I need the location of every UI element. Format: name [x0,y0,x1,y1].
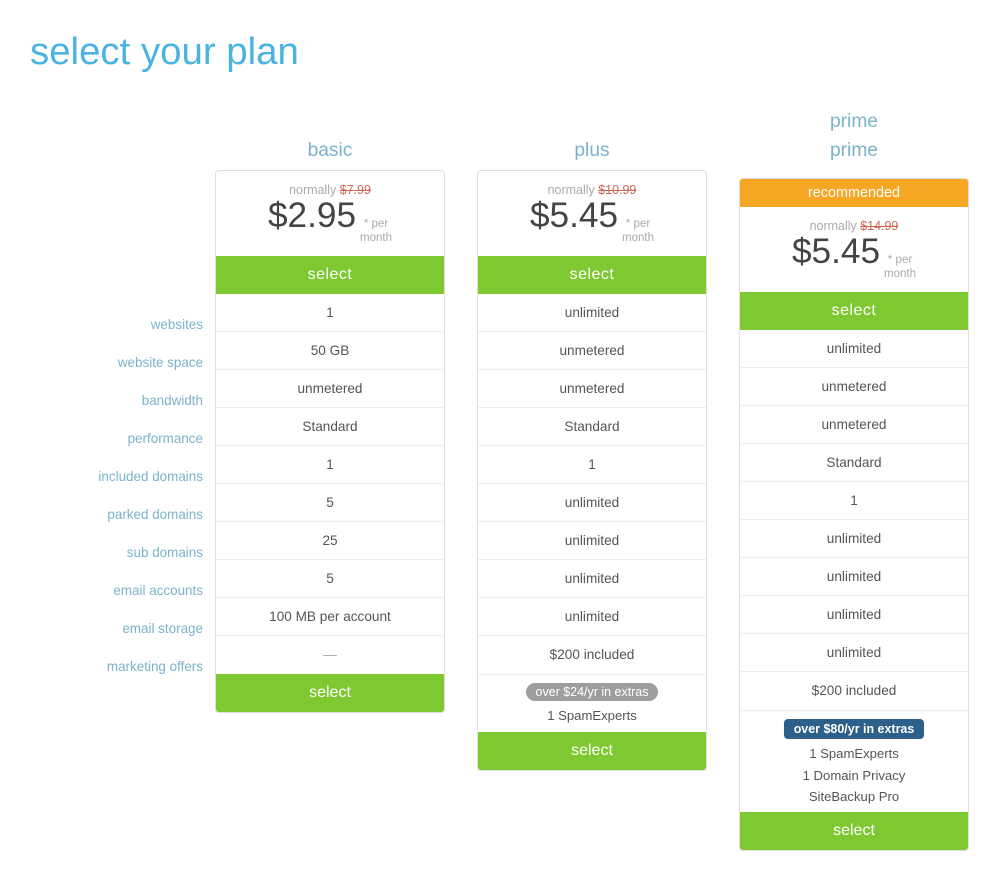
plan-plus-marketing-offers: $200 included [478,636,706,674]
label-performance: performance [20,420,215,458]
plan-plus-parked-domains: unlimited [478,484,706,522]
plan-plus-per: * permonth [622,218,654,246]
label-website-space: website space [20,344,215,382]
pricing-grid: websites website space bandwidth perform… [20,104,961,851]
plan-plus-original-price: $10.99 [598,183,636,197]
plan-plus-websites: unlimited [478,294,706,332]
plan-prime-domain-privacy: 1 Domain Privacy [803,766,906,785]
plan-plus-included-domains: 1 [478,446,706,484]
plan-basic-features: 1 50 GB unmetered Standard 1 5 25 5 100 … [216,294,444,674]
plan-prime-websites: unlimited [740,330,968,368]
label-email-accounts: email accounts [20,572,215,610]
label-sub-domains: sub domains [20,534,215,572]
plan-basic-websites: 1 [216,294,444,332]
label-included-domains: included domains [20,458,215,496]
plan-prime-website-space: unmetered [740,368,968,406]
plan-plus-spam-experts: 1 SpamExperts [547,705,637,726]
plan-basic-bandwidth: unmetered [216,370,444,408]
plan-plus-extras: over $24/yr in extras 1 SpamExperts [478,674,706,732]
plan-basic-included-domains: 1 [216,446,444,484]
plan-prime-normally: normally $14.99 [750,219,958,233]
page-title: select your plan [20,30,961,74]
plan-plus-performance: Standard [478,408,706,446]
plan-basic-performance: Standard [216,408,444,446]
plan-basic-select-top[interactable]: select [216,256,444,294]
plan-plus-normally: normally $10.99 [488,183,696,197]
plan-prime-select-top[interactable]: select [740,292,968,330]
plan-plus-sub-domains: unlimited [478,522,706,560]
plan-prime-email-accounts: unlimited [740,596,968,634]
plan-basic-price: $2.95 [268,197,356,236]
plan-prime-select-bottom[interactable]: select [740,812,968,850]
plan-plus-website-space: unmetered [478,332,706,370]
plan-basic-original-price: $7.99 [340,183,371,197]
plan-prime-site-backup: SiteBackup Pro [809,787,899,806]
plan-prime-per: * permonth [884,254,916,282]
plan-basic-name: basic [215,140,445,162]
plan-plus-name: plus [477,140,707,162]
labels-column: websites website space bandwidth perform… [20,104,215,686]
plan-plus-email-storage: unlimited [478,598,706,636]
plan-basic-sub-domains: 25 [216,522,444,560]
plan-basic-email-accounts: 5 [216,560,444,598]
plan-basic-per: * permonth [360,218,392,246]
plan-prime-name: prime [830,111,878,133]
plan-prime-features: unlimited unmetered unmetered Standard 1… [740,330,968,710]
plan-prime-email-storage: unlimited [740,634,968,672]
plan-plus: plus normally $10.99 $5.45 * permonth se… [477,104,707,851]
plan-plus-extras-badge: over $24/yr in extras [526,683,659,701]
plan-prime: prime prime recommended normally $14.99 … [739,104,969,851]
plan-basic-website-space: 50 GB [216,332,444,370]
plan-plus-features: unlimited unmetered unmetered Standard 1… [478,294,706,674]
plan-prime-performance: Standard [740,444,968,482]
label-marketing-offers: marketing offers [20,648,215,686]
plan-prime-price-box: normally $14.99 $5.45 * permonth [740,207,968,292]
plan-basic-select-bottom[interactable]: select [216,674,444,712]
plan-prime-included-domains: 1 [740,482,968,520]
plan-basic-card: normally $7.99 $2.95 * permonth select 1… [215,170,445,713]
plan-prime-price: $5.45 [792,233,880,272]
plan-plus-price-box: normally $10.99 $5.45 * permonth [478,171,706,256]
plan-plus-price: $5.45 [530,197,618,236]
plan-basic-normally: normally $7.99 [226,183,434,197]
plan-prime-bandwidth: unmetered [740,406,968,444]
plan-basic-marketing-offers: — [216,636,444,674]
plan-prime-extras: over $80/yr in extras 1 SpamExperts 1 Do… [740,710,968,812]
plan-prime-sub-domains: unlimited [740,558,968,596]
plan-prime-extras-badge: over $80/yr in extras [784,719,925,739]
plan-basic-parked-domains: 5 [216,484,444,522]
label-parked-domains: parked domains [20,496,215,534]
plan-prime-parked-domains: unlimited [740,520,968,558]
plan-prime-original-price: $14.99 [860,219,898,233]
recommended-badge: recommended [740,179,968,207]
label-email-storage: email storage [20,610,215,648]
plan-plus-card: normally $10.99 $5.45 * permonth select … [477,170,707,771]
plan-plus-bandwidth: unmetered [478,370,706,408]
plan-prime-name-display: prime [739,140,969,162]
plan-basic: basic normally $7.99 $2.95 * permonth se… [215,104,445,851]
plan-basic-email-storage: 100 MB per account [216,598,444,636]
plan-plus-select-top[interactable]: select [478,256,706,294]
plan-prime-spam-experts: 1 SpamExperts [809,743,899,764]
plan-plus-select-bottom[interactable]: select [478,732,706,770]
label-websites: websites [20,306,215,344]
plan-prime-card: recommended normally $14.99 $5.45 * perm… [739,178,969,851]
plans-grid: basic normally $7.99 $2.95 * permonth se… [215,104,969,851]
plan-basic-price-box: normally $7.99 $2.95 * permonth [216,171,444,256]
plan-plus-email-accounts: unlimited [478,560,706,598]
label-bandwidth: bandwidth [20,382,215,420]
plan-prime-marketing-offers: $200 included [740,672,968,710]
